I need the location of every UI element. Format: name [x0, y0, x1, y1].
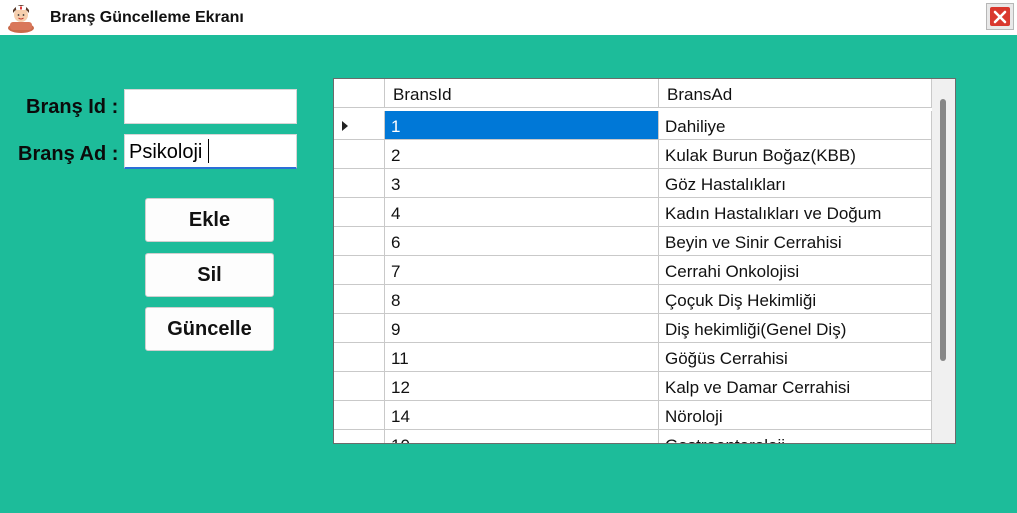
cell-bransad[interactable]: Kulak Burun Boğaz(KBB): [659, 140, 932, 169]
row-header[interactable]: [334, 169, 385, 198]
row-header[interactable]: [334, 343, 385, 372]
cell-bransid[interactable]: 9: [385, 314, 659, 343]
delete-button[interactable]: Sil: [145, 253, 274, 297]
cell-bransid[interactable]: 8: [385, 285, 659, 314]
table-row[interactable]: 7 Cerrahi Onkolojisi: [334, 256, 932, 285]
cell-bransad[interactable]: Cerrahi Onkolojisi: [659, 256, 932, 285]
table-row[interactable]: 6 Beyin ve Sinir Cerrahisi: [334, 227, 932, 256]
row-header[interactable]: [334, 140, 385, 169]
cell-bransid[interactable]: 2: [385, 140, 659, 169]
table-row[interactable]: 1 Dahiliye: [334, 111, 932, 140]
cell-bransid[interactable]: 7: [385, 256, 659, 285]
cell-bransid[interactable]: 4: [385, 198, 659, 227]
cell-bransad[interactable]: Gastroenteroloji: [659, 430, 932, 443]
row-header[interactable]: [334, 227, 385, 256]
brans-data-grid[interactable]: BransId BransAd 1 Dahiliye 2 Kulak Burun Bo…: [333, 78, 956, 444]
cell-bransid[interactable]: 10: [385, 430, 659, 443]
scrollbar-thumb[interactable]: [940, 99, 946, 361]
cell-bransad[interactable]: Beyin ve Sinir Cerrahisi: [659, 227, 932, 256]
table-row[interactable]: 2 Kulak Burun Boğaz(KBB): [334, 140, 932, 169]
table-row[interactable]: 14 Nöroloji: [334, 401, 932, 430]
column-header-bransid[interactable]: BransId: [385, 79, 659, 108]
text-caret: [208, 139, 210, 163]
brans-id-label: Branş Id :: [26, 96, 119, 118]
cell-bransad[interactable]: Dahiliye: [659, 111, 932, 140]
cell-bransad[interactable]: Göğüs Cerrahisi: [659, 343, 932, 372]
table-row[interactable]: 8 Çoçuk Diş Hekimliği: [334, 285, 932, 314]
cell-bransid[interactable]: 6: [385, 227, 659, 256]
table-row[interactable]: 10Gastroenteroloji: [334, 430, 932, 443]
row-header[interactable]: [334, 198, 385, 227]
cell-bransad[interactable]: Kalp ve Damar Cerrahisi: [659, 372, 932, 401]
column-header-bransad[interactable]: BransAd: [659, 79, 932, 108]
title-bar: Branş Güncelleme Ekranı: [0, 0, 1017, 35]
row-header-corner: [334, 79, 385, 108]
table-row[interactable]: 4 Kadın Hastalıkları ve Doğum: [334, 198, 932, 227]
cell-bransid[interactable]: 1: [385, 111, 659, 140]
row-header[interactable]: [334, 285, 385, 314]
window-title: Branş Güncelleme Ekranı: [50, 9, 244, 26]
close-icon: [990, 7, 1010, 26]
brans-id-input[interactable]: [124, 89, 297, 124]
row-header[interactable]: [334, 401, 385, 430]
brans-ad-value: Psikoloji: [129, 141, 203, 163]
cell-bransid[interactable]: 14: [385, 401, 659, 430]
vertical-scrollbar[interactable]: [932, 79, 955, 443]
brans-ad-label: Branş Ad :: [18, 143, 119, 165]
cell-bransad[interactable]: Nöroloji: [659, 401, 932, 430]
row-header[interactable]: [334, 111, 385, 140]
close-button[interactable]: [986, 3, 1014, 30]
cell-bransad[interactable]: Çoçuk Diş Hekimliği: [659, 285, 932, 314]
add-button[interactable]: Ekle: [145, 198, 274, 242]
cell-bransad[interactable]: Diş hekimliği(Genel Diş): [659, 314, 932, 343]
brans-ad-input[interactable]: Psikoloji: [124, 134, 297, 169]
table-row[interactable]: 12 Kalp ve Damar Cerrahisi: [334, 372, 932, 401]
cell-bransid[interactable]: 12: [385, 372, 659, 401]
row-header[interactable]: [334, 430, 385, 443]
row-header[interactable]: [334, 256, 385, 285]
cell-bransid[interactable]: 11: [385, 343, 659, 372]
cell-bransad[interactable]: Kadın Hastalıkları ve Doğum: [659, 198, 932, 227]
cell-bransad[interactable]: Göz Hastalıkları: [659, 169, 932, 198]
table-row[interactable]: 11 Göğüs Cerrahisi: [334, 343, 932, 372]
row-header[interactable]: [334, 314, 385, 343]
nurse-icon: [8, 5, 34, 33]
table-row[interactable]: 3 Göz Hastalıkları: [334, 169, 932, 198]
update-button[interactable]: Güncelle: [145, 307, 274, 351]
table-row[interactable]: 9 Diş hekimliği(Genel Diş): [334, 314, 932, 343]
grid-header-row: BransId BransAd: [334, 79, 932, 108]
row-header[interactable]: [334, 372, 385, 401]
cell-bransid[interactable]: 3: [385, 169, 659, 198]
current-row-arrow-icon: [342, 121, 348, 131]
